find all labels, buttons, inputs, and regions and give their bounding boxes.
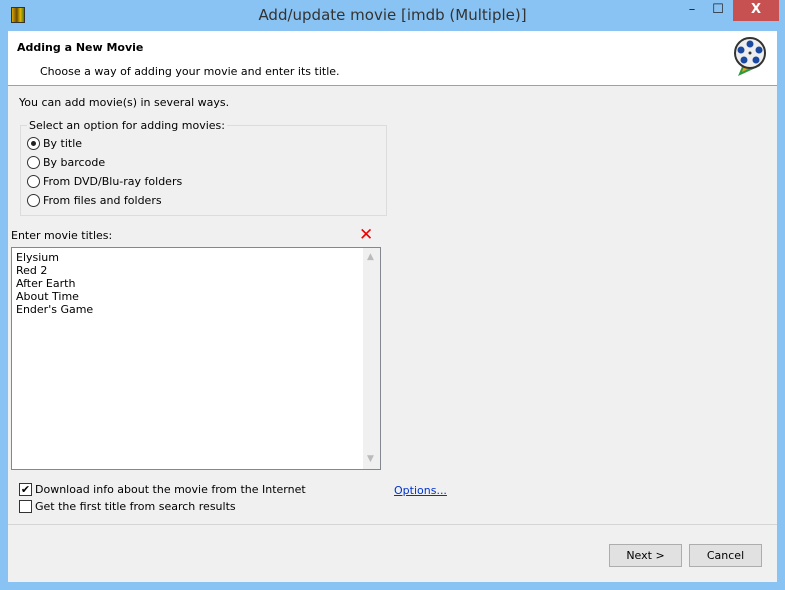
radio-circle[interactable] bbox=[27, 175, 40, 188]
checkbox-label: Download info about the movie from the I… bbox=[35, 483, 306, 496]
group-label: Select an option for adding movies: bbox=[27, 119, 227, 132]
scroll-up-icon[interactable]: ▲ bbox=[367, 251, 374, 264]
intro-text: You can add movie(s) in several ways. bbox=[19, 96, 230, 109]
radio-circle[interactable] bbox=[27, 194, 40, 207]
title-bar: Add/update movie [imdb (Multiple)] – ☐ X bbox=[0, 0, 785, 31]
radio-label: By title bbox=[43, 137, 83, 150]
options-link[interactable]: Options... bbox=[394, 484, 447, 497]
window-title: Add/update movie [imdb (Multiple)] bbox=[258, 6, 527, 24]
radio-label: From DVD/Blu-ray folders bbox=[43, 175, 183, 188]
header-subtitle: Choose a way of adding your movie and en… bbox=[40, 65, 340, 78]
next-button[interactable]: Next > bbox=[609, 544, 682, 567]
clear-icon[interactable]: ✕ bbox=[359, 225, 373, 245]
checkbox-box[interactable] bbox=[19, 500, 32, 513]
titles-text: Elysium Red 2 After Earth About Time End… bbox=[16, 251, 94, 316]
cancel-button[interactable]: Cancel bbox=[689, 544, 762, 567]
movie-titles-textarea[interactable]: Elysium Red 2 After Earth About Time End… bbox=[11, 247, 381, 470]
vertical-scrollbar[interactable]: ▲ ▼ bbox=[363, 248, 380, 469]
scroll-down-icon[interactable]: ▼ bbox=[367, 453, 374, 466]
add-option-group: Select an option for adding movies: By t… bbox=[20, 119, 387, 216]
first-title-checkbox[interactable]: Get the first title from search results bbox=[19, 500, 236, 513]
wizard-header: Adding a New Movie Choose a way of addin… bbox=[8, 31, 777, 86]
close-button[interactable]: X bbox=[733, 0, 779, 21]
radio-by-barcode[interactable]: By barcode bbox=[27, 156, 105, 169]
download-info-checkbox[interactable]: ✔ Download info about the movie from the … bbox=[19, 483, 306, 496]
dialog-body: Adding a New Movie Choose a way of addin… bbox=[8, 31, 777, 582]
checkbox-box[interactable]: ✔ bbox=[19, 483, 32, 496]
radio-circle[interactable] bbox=[27, 137, 40, 150]
checkbox-label: Get the first title from search results bbox=[35, 500, 236, 513]
radio-dvd-folders[interactable]: From DVD/Blu-ray folders bbox=[27, 175, 182, 188]
radio-files-folders[interactable]: From files and folders bbox=[27, 194, 162, 207]
film-reel-icon bbox=[734, 37, 766, 76]
radio-label: By barcode bbox=[43, 156, 106, 169]
minimize-button[interactable]: – bbox=[679, 0, 705, 21]
header-title: Adding a New Movie bbox=[17, 41, 144, 54]
radio-by-title[interactable]: By title bbox=[27, 137, 82, 150]
divider bbox=[8, 524, 777, 525]
radio-circle[interactable] bbox=[27, 156, 40, 169]
titles-label: Enter movie titles: bbox=[11, 229, 113, 242]
radio-label: From files and folders bbox=[43, 194, 162, 207]
maximize-button[interactable]: ☐ bbox=[705, 0, 731, 21]
